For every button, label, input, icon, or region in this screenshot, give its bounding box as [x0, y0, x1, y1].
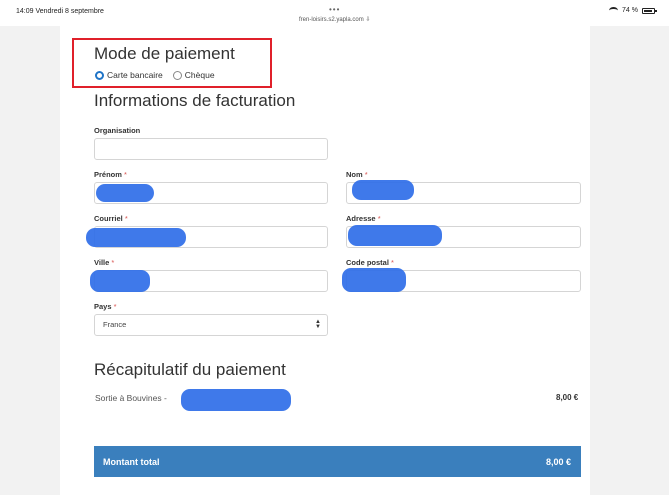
redacted-recap-item [181, 389, 291, 411]
label-organisation: Organisation [94, 126, 141, 135]
redacted-ville [90, 270, 150, 292]
pays-select[interactable]: France ▲ ▼ [94, 314, 328, 336]
option-label-cheque[interactable]: Chèque [185, 70, 215, 80]
label-courriel-text: Courriel [94, 214, 123, 223]
label-pays: Pays * [94, 302, 117, 311]
required-mark: * [377, 214, 381, 223]
recap-item-price: 8,00 € [556, 393, 579, 402]
recap-item-label: Sortie à Bouvines - [95, 393, 167, 403]
pays-selected-value: France [103, 320, 127, 329]
wifi-icon [609, 7, 619, 14]
required-mark: * [124, 170, 127, 179]
billing-title: Informations de facturation [94, 91, 296, 110]
label-prenom-text: Prénom [94, 170, 122, 179]
total-bar: Montant total 8,00 € [94, 446, 581, 477]
required-mark: * [364, 170, 368, 179]
battery-icon [642, 7, 657, 14]
page-gutter-left [0, 26, 60, 495]
redacted-prenom [96, 184, 154, 202]
organisation-input[interactable] [94, 138, 328, 160]
label-ville: Ville * [94, 258, 114, 267]
status-time: 14:09 Vendredi 8 septembre [16, 8, 104, 15]
redacted-nom [352, 180, 414, 200]
battery-percent: 74 % [622, 7, 638, 14]
required-mark: * [113, 302, 117, 311]
label-courriel: Courriel * [94, 214, 128, 223]
payment-mode-title: Mode de paiement [94, 44, 235, 63]
total-value: 8,00 € [545, 457, 571, 467]
label-nom: Nom * [346, 170, 368, 179]
multitask-dots-icon[interactable]: ••• [329, 5, 340, 14]
label-code-postal-text: Code postal [346, 258, 389, 267]
radio-cheque[interactable] [172, 70, 182, 80]
status-bar: 14:09 Vendredi 8 septembre ••• fren-lois… [0, 0, 669, 26]
required-mark: * [124, 214, 128, 223]
label-ville-text: Ville [94, 258, 110, 267]
radio-carte-bancaire[interactable] [95, 70, 104, 80]
redacted-code-postal [342, 268, 406, 292]
redacted-courriel [86, 228, 186, 247]
recap-title: Récapitulatif du paiement [94, 360, 286, 379]
address-url[interactable]: fren-loisirs.s2.yapla.com ⇩ [299, 16, 370, 23]
label-nom-text: Nom [346, 170, 363, 179]
select-arrows-icon: ▲ ▼ [315, 319, 321, 330]
label-adresse: Adresse * [346, 214, 381, 223]
required-mark: * [111, 258, 115, 267]
option-label-carte[interactable]: Carte bancaire [107, 70, 163, 80]
label-pays-text: Pays [94, 302, 112, 311]
redacted-adresse [348, 225, 442, 246]
page-gutter-right [590, 26, 669, 495]
status-indicators: 74 % [609, 7, 657, 14]
payment-options: Carte bancaire Chèque [95, 70, 225, 80]
total-label: Montant total [103, 457, 160, 467]
required-mark: * [391, 258, 394, 267]
label-prenom: Prénom * [94, 170, 127, 179]
label-code-postal: Code postal * [346, 258, 394, 267]
label-adresse-text: Adresse [346, 214, 376, 223]
